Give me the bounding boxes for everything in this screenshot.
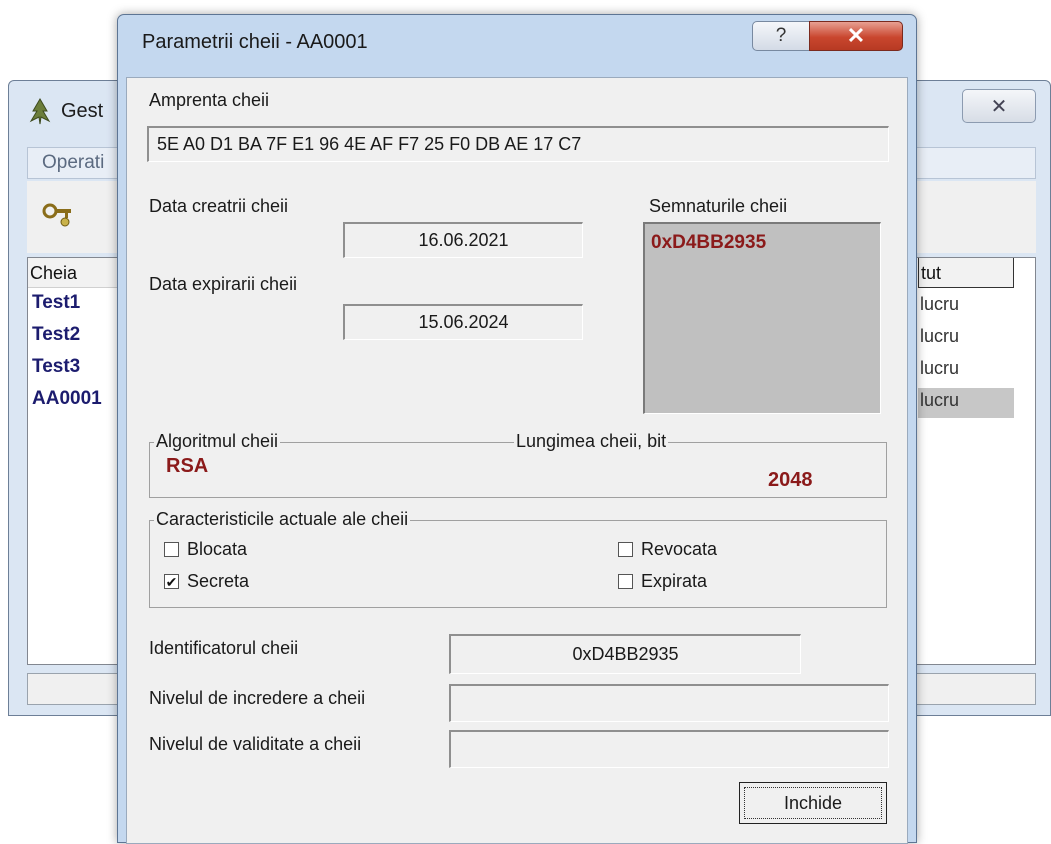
fingerprint-field[interactable]: 5E A0 D1 BA 7F E1 96 4E AF F7 25 F0 DB A… <box>147 126 889 162</box>
list-item-name[interactable]: AA0001 <box>32 388 102 410</box>
dialog-close-button[interactable]: ✕ <box>809 21 903 51</box>
identifier-field[interactable]: 0xD4BB2935 <box>449 634 801 674</box>
help-button[interactable]: ? <box>752 21 810 51</box>
revoked-checkbox[interactable]: Revocata <box>618 539 717 560</box>
background-window-title: Gest <box>27 95 103 127</box>
dialog-body: Amprenta cheii 5E A0 D1 BA 7F E1 96 4E A… <box>126 77 908 844</box>
blocked-checkbox[interactable]: Blocata <box>164 539 247 560</box>
expiry-date-field[interactable]: 15.06.2024 <box>343 304 583 340</box>
expired-checkbox[interactable]: Expirata <box>618 571 707 592</box>
list-item-status: lucru <box>920 390 960 410</box>
trust-level-field[interactable] <box>449 684 889 722</box>
characteristics-label: Caracteristicile actuale ale cheii <box>154 509 411 530</box>
algorithm-value: RSA <box>166 455 209 477</box>
column-header-status[interactable]: tut <box>918 258 1014 288</box>
secret-checkbox-label: Secreta <box>187 571 250 591</box>
key-settings-icon[interactable] <box>41 199 77 229</box>
blocked-checkbox-label: Blocata <box>187 539 248 559</box>
signatures-label: Semnaturile cheii <box>649 196 788 216</box>
created-date-field[interactable]: 16.06.2021 <box>343 222 583 258</box>
close-icon: ✕ <box>990 95 1008 118</box>
expiry-date-label: Data expirarii cheii <box>149 274 298 294</box>
validity-level-field[interactable] <box>449 730 889 768</box>
key-parameters-dialog: Parametrii cheii - AA0001 ? ✕ Amprenta c… <box>117 14 917 844</box>
key-length-value: 2048 <box>768 469 813 491</box>
expired-checkbox-label: Expirata <box>641 571 708 591</box>
expired-checkbox-box[interactable] <box>618 574 633 589</box>
revoked-checkbox-box[interactable] <box>618 542 633 557</box>
identifier-label: Identificatorul cheii <box>149 638 299 658</box>
background-close-button[interactable]: ✕ <box>962 89 1036 123</box>
signature-item[interactable]: 0xD4BB2935 <box>651 232 766 254</box>
list-item-status: lucru <box>920 326 960 346</box>
close-icon: ✕ <box>846 23 866 48</box>
identifier-value: 0xD4BB2935 <box>572 644 679 664</box>
help-icon: ? <box>775 25 787 46</box>
secret-checkbox-box[interactable]: ✔ <box>164 574 179 589</box>
trust-level-label: Nivelul de incredere a cheii <box>149 688 366 708</box>
list-item-name[interactable]: Test3 <box>32 356 80 378</box>
fingerprint-value: 5E A0 D1 BA 7F E1 96 4E AF F7 25 F0 DB A… <box>157 134 582 154</box>
background-window-title-text: Gest <box>61 99 104 122</box>
focus-rectangle <box>744 787 882 819</box>
close-button[interactable]: Inchide <box>739 782 887 824</box>
secret-checkbox[interactable]: ✔ Secreta <box>164 571 249 592</box>
app-icon <box>29 98 51 125</box>
blocked-checkbox-box[interactable] <box>164 542 179 557</box>
list-item-status: lucru <box>920 358 960 378</box>
characteristics-group: Caracteristicile actuale ale cheii Bloca… <box>149 509 887 608</box>
key-length-label: Lungimea cheii, bit <box>514 431 669 452</box>
dialog-title: Parametrii cheii - AA0001 <box>142 31 368 53</box>
menu-operations[interactable]: Operati <box>42 152 104 174</box>
algorithm-group: Algoritmul cheii Lungimea cheii, bit RSA… <box>149 431 887 498</box>
created-date-label: Data creatrii cheii <box>149 196 289 216</box>
list-item-name[interactable]: Test2 <box>32 324 80 346</box>
expiry-date-value: 15.06.2024 <box>418 312 509 332</box>
list-item-status: lucru <box>920 294 960 314</box>
revoked-checkbox-label: Revocata <box>641 539 718 559</box>
algorithm-label: Algoritmul cheii <box>154 431 281 452</box>
list-item-name[interactable]: Test1 <box>32 292 80 314</box>
signatures-list[interactable]: 0xD4BB2935 <box>643 222 881 414</box>
validity-level-label: Nivelul de validitate a cheii <box>149 734 362 754</box>
fingerprint-label: Amprenta cheii <box>149 90 270 110</box>
created-date-value: 16.06.2021 <box>418 230 509 250</box>
